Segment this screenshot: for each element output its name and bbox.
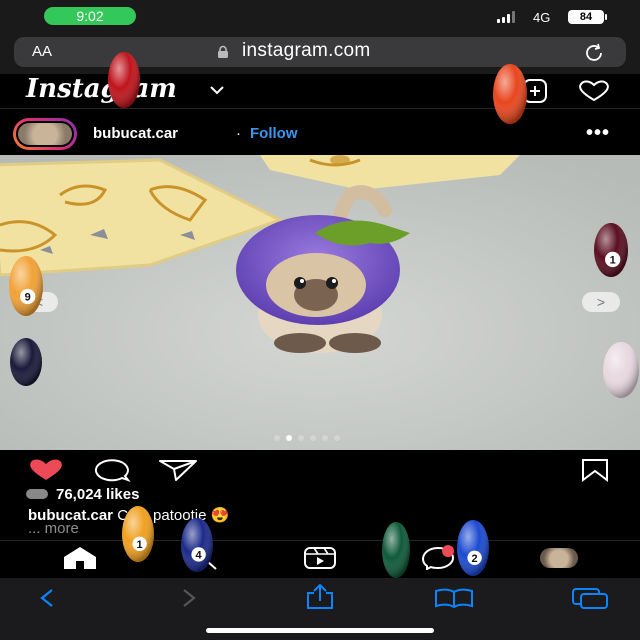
new-post-icon[interactable] xyxy=(522,78,548,104)
back-icon[interactable] xyxy=(36,588,60,608)
battery-icon: 84 xyxy=(568,10,604,24)
heart-icon[interactable] xyxy=(576,80,612,102)
comment-icon[interactable] xyxy=(92,458,132,482)
carousel-dot xyxy=(298,435,304,441)
search-icon[interactable] xyxy=(190,546,220,570)
carousel-dot xyxy=(310,435,316,441)
clock: 9:02 xyxy=(44,7,136,25)
battery-nub xyxy=(605,14,607,20)
carousel-indicator xyxy=(274,435,340,441)
share-sheet-icon[interactable] xyxy=(304,584,336,610)
username[interactable]: bubucat.car xyxy=(93,125,178,142)
bookmarks-icon[interactable] xyxy=(434,588,474,608)
lock-icon xyxy=(218,45,228,58)
carousel-dot xyxy=(322,435,328,441)
url-text[interactable]: instagram.com xyxy=(242,40,371,62)
avatar[interactable] xyxy=(16,121,74,147)
profile-avatar[interactable] xyxy=(540,548,578,568)
home-icon[interactable] xyxy=(62,546,98,570)
share-icon[interactable] xyxy=(158,458,198,482)
text-size-button[interactable]: AA xyxy=(32,43,52,60)
caption-more-link[interactable]: ... more xyxy=(28,520,79,537)
cat-photo-image xyxy=(0,155,640,450)
signal-icon xyxy=(497,11,515,23)
liker-avatar xyxy=(26,489,48,499)
separator: · xyxy=(236,125,241,142)
home-indicator xyxy=(206,628,434,633)
reload-icon[interactable] xyxy=(582,42,606,64)
carousel-next-button[interactable]: > xyxy=(582,292,620,312)
carousel-dot xyxy=(274,435,280,441)
more-options-button[interactable]: ••• xyxy=(586,122,610,145)
tabs-icon[interactable] xyxy=(570,586,610,610)
notification-badge xyxy=(442,545,454,557)
network-label: 4G xyxy=(533,10,551,25)
likes-count[interactable]: 76,024 likes xyxy=(56,486,139,503)
carousel-dot xyxy=(334,435,340,441)
post-photo[interactable] xyxy=(0,155,640,450)
caption-text: Cute patootie 😍 xyxy=(117,507,230,524)
carousel-prev-button[interactable]: < xyxy=(20,292,58,312)
like-heart-icon[interactable] xyxy=(26,458,66,482)
forward-icon[interactable] xyxy=(176,588,200,608)
chevron-down-icon[interactable] xyxy=(208,84,226,96)
bookmark-icon[interactable] xyxy=(580,458,610,482)
follow-button[interactable]: Follow xyxy=(250,125,298,142)
carousel-dot-active xyxy=(286,435,292,441)
reels-icon[interactable] xyxy=(302,546,338,570)
instagram-logo[interactable]: Instagram xyxy=(26,74,177,104)
